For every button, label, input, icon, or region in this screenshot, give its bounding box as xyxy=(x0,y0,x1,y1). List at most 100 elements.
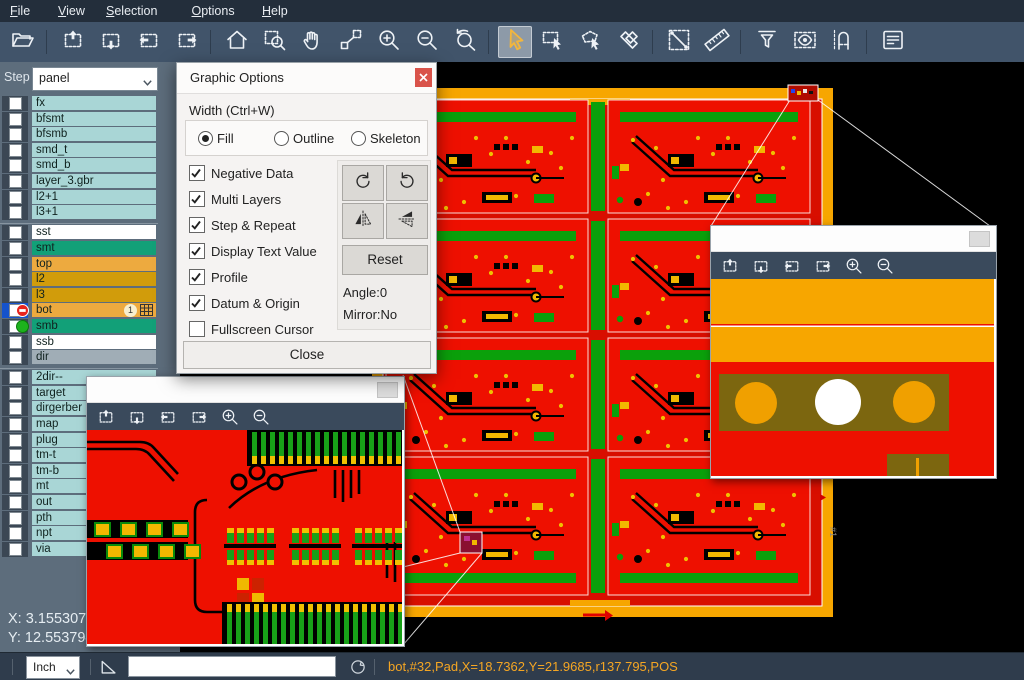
magnifier-titlebar[interactable] xyxy=(87,377,404,403)
layer-visibility-checkbox-tm-b[interactable] xyxy=(2,464,28,479)
layer-visibility-checkbox-dir[interactable] xyxy=(2,350,28,365)
pan-up-icon[interactable] xyxy=(719,255,741,277)
window-button[interactable] xyxy=(969,231,990,247)
pan-down-button[interactable] xyxy=(94,26,128,58)
magnifier-window-left[interactable] xyxy=(86,376,405,647)
menu-options[interactable]: Options xyxy=(192,0,235,22)
option-checkbox-datum-origin[interactable] xyxy=(189,295,205,311)
zoom-out-button[interactable] xyxy=(410,26,444,58)
option-checkbox-negative-data[interactable] xyxy=(189,165,205,181)
layer-visibility-checkbox-smd_t[interactable] xyxy=(2,143,28,158)
step-select[interactable]: panel xyxy=(32,67,158,91)
select-rect-button[interactable] xyxy=(536,26,570,58)
layer-visibility-checkbox-smt[interactable] xyxy=(2,241,28,256)
menu-file[interactable]: File xyxy=(10,0,30,22)
layer-visibility-checkbox-l3[interactable] xyxy=(2,288,28,303)
pan-left-button[interactable] xyxy=(132,26,166,58)
option-checkbox-step-repeat[interactable] xyxy=(189,217,205,233)
layer-list-button[interactable] xyxy=(876,26,910,58)
magnifier-view[interactable] xyxy=(711,279,994,476)
zoom-window-button[interactable] xyxy=(258,26,292,58)
clear-brush-button[interactable] xyxy=(612,26,646,58)
layer-row-sst[interactable]: sst xyxy=(32,225,156,239)
option-checkbox-fullscreen-cursor[interactable] xyxy=(189,321,205,337)
pan-down-icon[interactable] xyxy=(750,255,772,277)
layer-visibility-checkbox-target[interactable] xyxy=(2,386,28,401)
layer-visibility-checkbox-l3+1[interactable] xyxy=(2,205,28,220)
layer-row-top[interactable]: top xyxy=(32,257,156,271)
layer-visibility-checkbox-dirgerber[interactable] xyxy=(2,401,28,416)
pan-up-icon[interactable] xyxy=(95,406,117,428)
measure-object-button[interactable] xyxy=(334,26,368,58)
menu-help[interactable]: Help xyxy=(262,0,288,22)
layer-visibility-checkbox-sst[interactable] xyxy=(2,225,28,240)
layer-visibility-checkbox-smd_b[interactable] xyxy=(2,158,28,173)
layer-row-l2[interactable]: l2 xyxy=(32,272,156,286)
window-button[interactable] xyxy=(377,382,398,398)
menu-view[interactable]: View xyxy=(58,0,85,22)
select-polygon-button[interactable] xyxy=(574,26,608,58)
pan-right-button[interactable] xyxy=(170,26,204,58)
rotate-cw-button[interactable] xyxy=(342,165,384,201)
zoom-in-button[interactable] xyxy=(372,26,406,58)
corner-tool-icon[interactable] xyxy=(98,656,120,680)
dialog-close-button[interactable] xyxy=(415,68,432,87)
width-radio-outline[interactable] xyxy=(274,131,289,146)
option-checkbox-profile[interactable] xyxy=(189,269,205,285)
snap-button[interactable] xyxy=(826,26,860,58)
pan-left-icon[interactable] xyxy=(157,406,179,428)
layer-visibility-checkbox-layer_3.gbr[interactable] xyxy=(2,174,28,189)
layer-row-l3+1[interactable]: l3+1 xyxy=(32,205,156,219)
flip-vertical-button[interactable] xyxy=(386,203,428,239)
width-radio-fill[interactable] xyxy=(198,131,213,146)
select-arrow-button[interactable] xyxy=(498,26,532,58)
zoom-out-icon[interactable] xyxy=(874,255,896,277)
layer-row-l3[interactable]: l3 xyxy=(32,288,156,302)
pan-right-icon[interactable] xyxy=(812,255,834,277)
rotate-ccw-button[interactable] xyxy=(386,165,428,201)
layer-row-smd_t[interactable]: smd_t xyxy=(32,143,156,157)
pan-left-icon[interactable] xyxy=(781,255,803,277)
layer-row-fx[interactable]: fx xyxy=(32,96,156,110)
layer-visibility-checkbox-bfsmt[interactable] xyxy=(2,112,28,127)
layer-visibility-checkbox-bfsmb[interactable] xyxy=(2,127,28,142)
dialog-titlebar[interactable]: Graphic Options xyxy=(177,63,436,94)
magnifier-window-right[interactable] xyxy=(710,225,997,479)
layer-visibility-checkbox-fx[interactable] xyxy=(2,96,28,111)
layer-row-bfsmb[interactable]: bfsmb xyxy=(32,127,156,141)
zoom-out-icon[interactable] xyxy=(250,406,272,428)
layer-visibility-checkbox-pth[interactable] xyxy=(2,511,28,526)
layer-visibility-checkbox-top[interactable] xyxy=(2,257,28,272)
layer-visibility-checkbox-map[interactable] xyxy=(2,417,28,432)
layer-visibility-checkbox-l2+1[interactable] xyxy=(2,190,28,205)
filter-button[interactable] xyxy=(750,26,784,58)
dialog-close-action-button[interactable]: Close xyxy=(183,341,431,369)
layer-visibility-checkbox-via[interactable] xyxy=(2,542,28,557)
pan-up-button[interactable] xyxy=(56,26,90,58)
width-radio-skeleton[interactable] xyxy=(351,131,366,146)
ruler-button[interactable] xyxy=(700,26,734,58)
layer-row-smb[interactable]: smb xyxy=(32,319,156,333)
layer-visibility-checkbox-mt[interactable] xyxy=(2,479,28,494)
layer-row-layer_3.gbr[interactable]: layer_3.gbr xyxy=(32,174,156,188)
magnifier-titlebar[interactable] xyxy=(711,226,996,252)
zoom-in-icon[interactable] xyxy=(843,255,865,277)
pan-hand-button[interactable] xyxy=(296,26,330,58)
layer-visibility-checkbox-tm-t[interactable] xyxy=(2,448,28,463)
layer-visibility-checkbox-ssb[interactable] xyxy=(2,335,28,350)
reset-button[interactable]: Reset xyxy=(342,245,428,275)
layer-visibility-checkbox-l2[interactable] xyxy=(2,272,28,287)
layer-visibility-checkbox-plug[interactable] xyxy=(2,433,28,448)
layer-visibility-checkbox-2dir--[interactable] xyxy=(2,370,28,385)
layer-row-ssb[interactable]: ssb xyxy=(32,335,156,349)
measure-diagonal-button[interactable] xyxy=(662,26,696,58)
zoom-in-icon[interactable] xyxy=(219,406,241,428)
pan-down-icon[interactable] xyxy=(126,406,148,428)
view-visibility-button[interactable] xyxy=(788,26,822,58)
layer-row-bot[interactable]: bot1 xyxy=(32,303,156,317)
zoom-previous-button[interactable] xyxy=(448,26,482,58)
layer-row-smt[interactable]: smt xyxy=(32,241,156,255)
layer-row-bfsmt[interactable]: bfsmt xyxy=(32,112,156,126)
layer-row-l2+1[interactable]: l2+1 xyxy=(32,190,156,204)
command-input[interactable] xyxy=(128,656,336,677)
